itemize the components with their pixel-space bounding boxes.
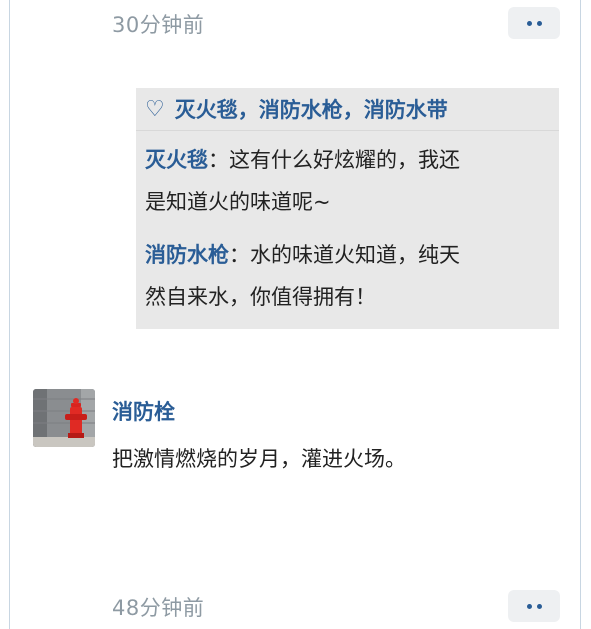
top-comment-more-button[interactable] (508, 7, 560, 39)
reply-item: 灭火毯：这有什么好炫耀的，我还 是知道火的味道呢~ (145, 139, 555, 223)
reply-text-line1: 这有什么好炫耀的，我还 (229, 148, 460, 172)
reply-text-line2: 然自来水，你值得拥有！ (145, 285, 376, 309)
reply-author[interactable]: 灭火毯 (145, 148, 208, 172)
comment-text: 把激情燃烧的岁月，灌进火场。 (112, 447, 406, 471)
reply-text-line1: 水的味道火知道，纯天 (250, 243, 460, 267)
heart-outline-icon: ♡ (145, 96, 165, 122)
more-dot-icon (536, 20, 542, 26)
top-comment-timestamp: 30分钟前 (112, 13, 205, 37)
comment-more-button[interactable] (508, 590, 560, 622)
fire-hydrant-avatar[interactable] (33, 389, 95, 447)
reply-separator: ： (208, 148, 229, 172)
reply-box: ♡ 灭火毯，消防水枪，消防水带 灭火毯：这有什么好炫耀的，我还 是知道火的味道呢… (136, 88, 559, 329)
reply-separator: ： (229, 243, 250, 267)
reply-text-line2: 是知道火的味道呢~ (145, 190, 331, 214)
likes-names[interactable]: 灭火毯，消防水枪，消防水带 (175, 94, 448, 124)
more-dot-icon (526, 20, 532, 26)
comment-author-name[interactable]: 消防栓 (112, 396, 175, 426)
comment-timestamp: 48分钟前 (112, 596, 205, 620)
more-dot-icon (536, 603, 542, 609)
reply-author[interactable]: 消防水枪 (145, 243, 229, 267)
reply-item: 消防水枪：水的味道火知道，纯天 然自来水，你值得拥有！ (145, 234, 555, 318)
more-dot-icon (526, 603, 532, 609)
likes-row: ♡ 灭火毯，消防水枪，消防水带 (136, 88, 559, 131)
